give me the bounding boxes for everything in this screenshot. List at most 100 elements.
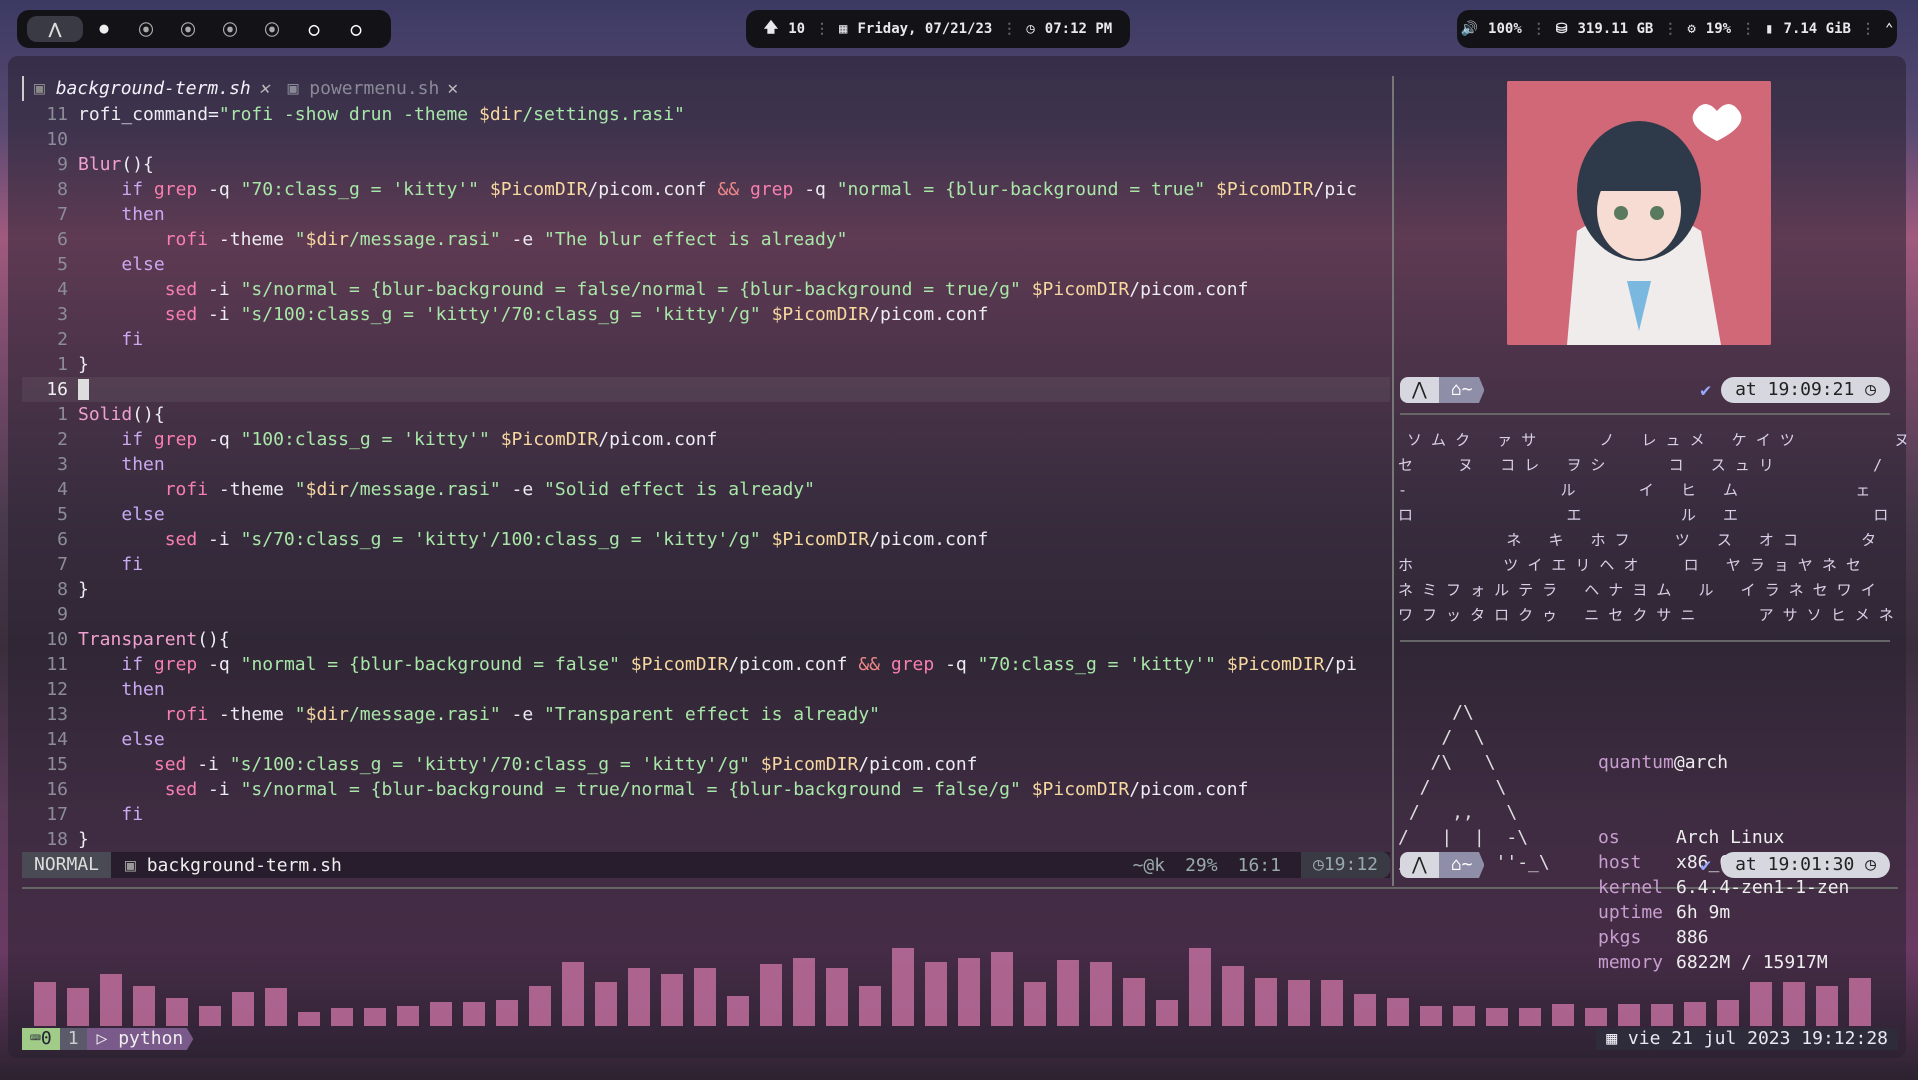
pane-divider[interactable] bbox=[1392, 76, 1394, 886]
line-content[interactable]: else bbox=[78, 727, 164, 752]
line-content[interactable]: fi bbox=[78, 802, 143, 827]
workspace-2[interactable]: ⦿ bbox=[125, 19, 167, 40]
line-content[interactable]: fi bbox=[78, 552, 143, 577]
tmux-session[interactable]: ⌨0 bbox=[22, 1028, 60, 1050]
avatar-image bbox=[1507, 81, 1771, 345]
tab-background-term[interactable]: ▣ background-term.sh ✕ bbox=[22, 75, 270, 101]
visualizer-bar bbox=[562, 962, 584, 1026]
code-line[interactable]: 12 then bbox=[22, 677, 1390, 702]
line-number: 16 bbox=[46, 379, 68, 400]
code-line[interactable]: 16 sed -i "s/normal = {blur-background =… bbox=[22, 777, 1390, 802]
terminal-icon: ▷ bbox=[96, 1028, 119, 1049]
code-line[interactable]: 1} bbox=[22, 352, 1390, 377]
code-line[interactable]: 11 rofi_command="rofi -show drun -theme $… bbox=[22, 102, 1390, 127]
code-line[interactable]: 16 bbox=[22, 377, 1390, 402]
updates-count[interactable]: 10 bbox=[788, 21, 805, 37]
date-text[interactable]: Friday, 07/21/23 bbox=[857, 21, 992, 37]
statusline-clock: ◷19:12 bbox=[1300, 852, 1390, 878]
line-content[interactable]: } bbox=[78, 827, 89, 852]
code-line[interactable]: 8 if grep -q "70:class_g = 'kitty'" $Pic… bbox=[22, 177, 1390, 202]
workspace-5[interactable]: ⦿ bbox=[251, 19, 293, 40]
close-icon[interactable]: ✕ bbox=[259, 78, 270, 99]
divider bbox=[1400, 640, 1890, 642]
line-content[interactable]: Blur(){ bbox=[78, 152, 154, 177]
line-content[interactable]: then bbox=[78, 202, 164, 227]
file-icon: ▣ bbox=[34, 77, 56, 99]
code-line[interactable]: 2 fi bbox=[22, 327, 1390, 352]
code-line[interactable]: 15 sed -i "s/100:class_g = 'kitty'/70:cl… bbox=[22, 752, 1390, 777]
prompt-home: ⌂~ bbox=[1438, 377, 1485, 403]
line-content[interactable]: then bbox=[78, 677, 164, 702]
workspace-3[interactable]: ⦿ bbox=[167, 19, 209, 40]
code-line[interactable]: 4 rofi -theme "$dir/message.rasi" -e "So… bbox=[22, 477, 1390, 502]
workspace-6[interactable]: ○ bbox=[293, 19, 335, 40]
code-line[interactable]: 6 rofi -theme "$dir/message.rasi" -e "Th… bbox=[22, 227, 1390, 252]
line-content[interactable]: sed -i "s/100:class_g = 'kitty'/70:class… bbox=[78, 302, 989, 327]
visualizer-bar bbox=[1123, 978, 1145, 1026]
code-line[interactable]: 3 then bbox=[22, 452, 1390, 477]
code-line[interactable]: 9 bbox=[22, 602, 1390, 627]
line-number: 9 bbox=[57, 154, 68, 175]
code-line[interactable]: 10 Transparent(){ bbox=[22, 627, 1390, 652]
line-content[interactable]: Transparent(){ bbox=[78, 627, 230, 652]
code-line[interactable]: 13 rofi -theme "$dir/message.rasi" -e "T… bbox=[22, 702, 1390, 727]
line-number: 7 bbox=[57, 204, 68, 225]
code-line[interactable]: 9 Blur(){ bbox=[22, 152, 1390, 177]
line-number: 10 bbox=[46, 629, 68, 650]
line-content[interactable]: sed -i "s/normal = {blur-background = tr… bbox=[78, 777, 1249, 802]
chevron-up-icon[interactable]: ⌃ bbox=[1885, 21, 1893, 37]
line-content[interactable]: else bbox=[78, 252, 164, 277]
line-content[interactable]: sed -i "s/normal = {blur-background = fa… bbox=[78, 277, 1249, 302]
visualizer-bar bbox=[496, 1000, 518, 1026]
disk-value[interactable]: 319.11 GB bbox=[1577, 21, 1653, 37]
line-content[interactable]: rofi_command="rofi -show drun -theme $di… bbox=[78, 102, 685, 127]
code-line[interactable]: 5 else bbox=[22, 502, 1390, 527]
tab-powermenu[interactable]: ▣ powermenu.sh ✕ bbox=[288, 76, 459, 101]
tmux-window-index[interactable]: 1 bbox=[59, 1028, 87, 1050]
visualizer-bar bbox=[1057, 960, 1079, 1026]
close-icon[interactable]: ✕ bbox=[447, 78, 458, 99]
code-line[interactable]: 4 sed -i "s/normal = {blur-background = … bbox=[22, 277, 1390, 302]
line-content[interactable]: else bbox=[78, 502, 164, 527]
code-lines[interactable]: 11 rofi_command="rofi -show drun -theme $… bbox=[22, 102, 1390, 852]
time-text[interactable]: 07:12 PM bbox=[1045, 21, 1112, 37]
code-line[interactable]: 14 else bbox=[22, 727, 1390, 752]
line-content[interactable]: if grep -q "100:class_g = 'kitty'" $Pico… bbox=[78, 427, 717, 452]
code-line[interactable]: 10 bbox=[22, 127, 1390, 152]
line-content[interactable]: if grep -q "normal = {blur-background = … bbox=[78, 652, 1357, 677]
code-line[interactable]: 7 then bbox=[22, 202, 1390, 227]
line-content[interactable]: rofi -theme "$dir/message.rasi" -e "Tran… bbox=[78, 702, 880, 727]
line-content[interactable]: } bbox=[78, 352, 89, 377]
line-content[interactable]: rofi -theme "$dir/message.rasi" -e "Soli… bbox=[78, 477, 815, 502]
code-line[interactable]: 3 sed -i "s/100:class_g = 'kitty'/70:cla… bbox=[22, 302, 1390, 327]
line-content[interactable]: if grep -q "70:class_g = 'kitty'" $Picom… bbox=[78, 177, 1357, 202]
code-line[interactable]: 6 sed -i "s/70:class_g = 'kitty'/100:cla… bbox=[22, 527, 1390, 552]
code-line[interactable]: 8} bbox=[22, 577, 1390, 602]
line-content[interactable]: Solid(){ bbox=[78, 402, 165, 427]
code-line[interactable]: 17 fi bbox=[22, 802, 1390, 827]
code-line[interactable]: 5 else bbox=[22, 252, 1390, 277]
line-content[interactable]: sed -i "s/100:class_g = 'kitty'/70:class… bbox=[78, 752, 978, 777]
code-line[interactable]: 2 if grep -q "100:class_g = 'kitty'" $Pi… bbox=[22, 427, 1390, 452]
line-content[interactable] bbox=[78, 377, 89, 402]
tmux-window-name[interactable]: ▷ python bbox=[86, 1028, 194, 1050]
line-content[interactable]: then bbox=[78, 452, 164, 477]
code-line[interactable]: 11 if grep -q "normal = {blur-background… bbox=[22, 652, 1390, 677]
line-content[interactable]: sed -i "s/70:class_g = 'kitty'/100:class… bbox=[78, 527, 989, 552]
line-content[interactable]: rofi -theme "$dir/message.rasi" -e "The … bbox=[78, 227, 848, 252]
workspace-1[interactable]: ● bbox=[83, 19, 125, 40]
ram-value[interactable]: 7.14 GiB bbox=[1784, 21, 1851, 37]
workspace-4[interactable]: ⦿ bbox=[209, 19, 251, 40]
code-line[interactable]: 1 Solid(){ bbox=[22, 402, 1390, 427]
cpu-value[interactable]: 19% bbox=[1706, 21, 1731, 37]
line-content[interactable]: fi bbox=[78, 327, 143, 352]
code-line[interactable]: 7 fi bbox=[22, 552, 1390, 577]
workspace-7[interactable]: ○ bbox=[335, 19, 377, 40]
vim-mode: NORMAL bbox=[22, 852, 112, 878]
code-line[interactable]: 18} bbox=[22, 827, 1390, 852]
arch-logo-icon[interactable]: ⋀ bbox=[27, 16, 83, 42]
volume-value[interactable]: 100% bbox=[1488, 21, 1522, 37]
code-editor[interactable]: ▣ background-term.sh ✕ ▣ powermenu.sh ✕ 11… bbox=[22, 74, 1390, 880]
visualizer-bar bbox=[1189, 948, 1211, 1026]
line-content[interactable]: } bbox=[78, 577, 89, 602]
